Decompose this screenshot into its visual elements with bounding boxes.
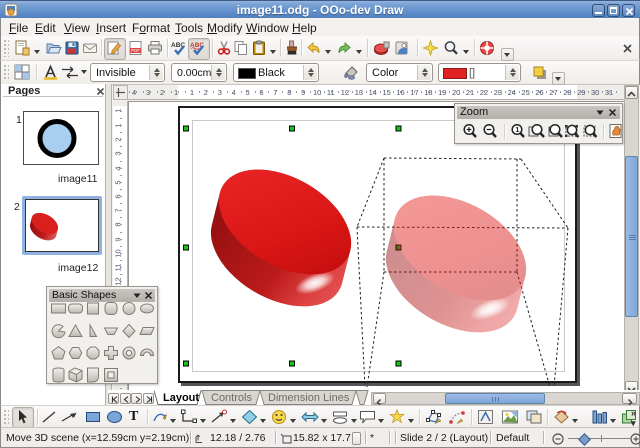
- svg-text:Controls: Controls: [211, 392, 252, 404]
- svg-text:Layout: Layout: [163, 392, 199, 404]
- svg-text:1: 1: [515, 127, 519, 134]
- svg-text:Dimension Lines: Dimension Lines: [268, 392, 350, 404]
- svg-text:PDF: PDF: [131, 48, 140, 53]
